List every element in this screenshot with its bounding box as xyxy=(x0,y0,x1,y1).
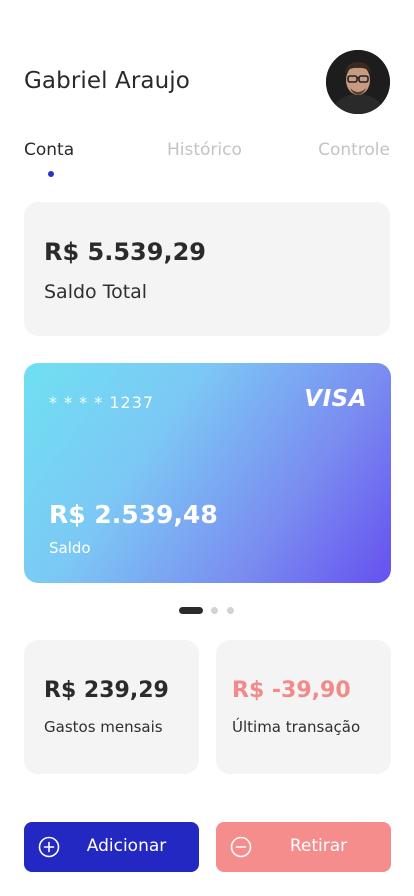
total-balance-amount: R$ 5.539,29 xyxy=(44,238,206,266)
monthly-expenses-card: R$ 239,29 Gastos mensais xyxy=(24,640,199,774)
last-transaction-label: Última transação xyxy=(232,718,361,736)
tab-bar: Conta Histórico Controle xyxy=(24,140,390,180)
last-transaction-amount: R$ -39,90 xyxy=(232,678,351,703)
total-balance-label: Saldo Total xyxy=(44,281,148,303)
tab-conta[interactable]: Conta xyxy=(24,140,74,160)
header: Gabriel Araujo xyxy=(24,50,390,114)
last-transaction-card: R$ -39,90 Última transação xyxy=(216,640,391,774)
avatar[interactable] xyxy=(326,50,390,114)
pager-dot-2[interactable] xyxy=(211,607,218,614)
pager-dot-3[interactable] xyxy=(227,607,234,614)
card-number: * * * * 1237 xyxy=(49,393,155,412)
pager-dot-1[interactable] xyxy=(179,607,203,614)
user-name: Gabriel Araujo xyxy=(24,68,190,94)
card-balance-amount: R$ 2.539,48 xyxy=(49,500,218,529)
withdraw-button[interactable]: Retirar xyxy=(216,822,391,872)
card-pager xyxy=(179,607,239,615)
total-balance-card: R$ 5.539,29 Saldo Total xyxy=(24,202,390,336)
card-balance-label: Saldo xyxy=(49,539,91,557)
monthly-expenses-amount: R$ 239,29 xyxy=(44,678,169,703)
add-button[interactable]: Adicionar xyxy=(24,822,199,872)
active-tab-indicator xyxy=(48,171,54,177)
tab-controle[interactable]: Controle xyxy=(318,140,390,160)
add-button-label: Adicionar xyxy=(86,836,167,856)
monthly-expenses-label: Gastos mensais xyxy=(44,718,163,736)
bank-card[interactable]: * * * * 1237 VISA R$ 2.539,48 Saldo xyxy=(24,363,391,583)
tab-historico[interactable]: Histórico xyxy=(167,140,242,160)
card-brand-logo: VISA xyxy=(304,386,367,412)
avatar-photo xyxy=(326,50,390,114)
withdraw-button-label: Retirar xyxy=(289,836,348,856)
